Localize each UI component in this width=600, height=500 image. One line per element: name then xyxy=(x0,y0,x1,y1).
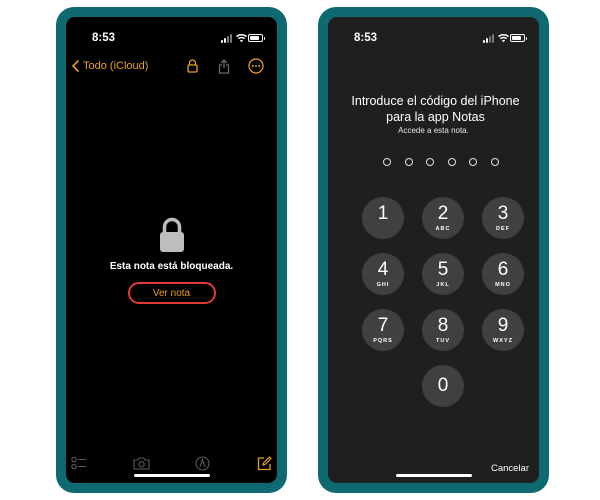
key-4[interactable]: 4 GHI xyxy=(362,253,404,295)
key-digit: 7 xyxy=(377,315,389,336)
key-6[interactable]: 6 MNO xyxy=(482,253,524,295)
lock-icon xyxy=(186,59,198,73)
wifi-icon xyxy=(498,34,509,43)
passcode-subtitle: Accede a esta nota. xyxy=(398,126,469,135)
status-time: 8:53 xyxy=(92,32,116,44)
passcode-keypad: 1 2 ABC 3 DEF 4 GHI 5 JKL 6 MNO 7 PQRS 8… xyxy=(362,197,524,409)
key-letters: TUV xyxy=(436,338,450,344)
passcode-dot xyxy=(426,158,435,166)
markup-icon xyxy=(194,455,210,471)
key-digit: 8 xyxy=(437,315,449,336)
status-icons xyxy=(221,34,265,43)
checklist-button[interactable] xyxy=(70,454,88,472)
key-digit: 2 xyxy=(437,203,449,224)
key-5[interactable]: 5 JKL xyxy=(422,253,464,295)
locked-message: Esta nota está bloqueada. xyxy=(109,261,234,272)
key-letters: MNO xyxy=(495,282,511,288)
passcode-screen: 8:53 Introduce el código del iPhone para… xyxy=(328,17,539,483)
cellular-signal-icon xyxy=(221,34,233,43)
key-digit: 5 xyxy=(437,259,449,280)
back-label: Todo (iCloud) xyxy=(83,60,149,72)
back-button[interactable]: Todo (iCloud) xyxy=(72,60,148,72)
note-actions xyxy=(169,57,265,75)
key-letters: WXYZ xyxy=(493,338,513,344)
share-button[interactable] xyxy=(215,57,233,75)
status-time: 8:53 xyxy=(354,32,378,44)
passcode-dots xyxy=(383,158,503,168)
key-3[interactable]: 3 DEF xyxy=(482,197,524,239)
home-indicator xyxy=(133,474,210,477)
wifi-icon xyxy=(236,34,247,43)
passcode-dot xyxy=(469,158,478,166)
key-digit: 6 xyxy=(497,259,509,280)
key-1[interactable]: 1 xyxy=(362,197,404,239)
key-7[interactable]: 7 PQRS xyxy=(362,309,404,351)
locked-note-lock-icon xyxy=(159,217,184,252)
key-letters: JKL xyxy=(436,282,450,288)
battery-icon xyxy=(510,34,527,42)
status-icons xyxy=(483,34,527,43)
view-note-button[interactable]: Ver nota xyxy=(127,282,216,304)
left-phone-frame: 8:53 Todo (iCloud) Esta nota está bloque… xyxy=(56,7,287,493)
key-letters: ABC xyxy=(435,226,451,232)
passcode-dot xyxy=(383,158,391,166)
key-2[interactable]: 2 ABC xyxy=(422,197,464,239)
passcode-title: Introduce el código del iPhone para la a… xyxy=(351,94,520,124)
battery-icon xyxy=(248,34,265,42)
key-digit: 4 xyxy=(377,259,389,280)
compose-icon xyxy=(257,455,272,470)
key-digit: 1 xyxy=(377,203,389,224)
lock-button[interactable] xyxy=(183,57,201,75)
bottom-toolbar xyxy=(66,454,277,472)
home-indicator xyxy=(395,474,472,477)
key-letters: DEF xyxy=(496,226,510,232)
key-digit: 3 xyxy=(497,203,509,224)
checklist-icon xyxy=(71,456,86,470)
key-digit: 9 xyxy=(497,315,509,336)
more-button[interactable] xyxy=(247,57,265,75)
compose-button[interactable] xyxy=(255,454,273,472)
passcode-dot xyxy=(447,158,456,166)
camera-icon xyxy=(132,456,150,470)
passcode-dot xyxy=(404,158,413,166)
view-note-label: Ver nota xyxy=(152,287,191,299)
key-letters: PQRS xyxy=(373,338,393,344)
cellular-signal-icon xyxy=(483,34,495,43)
passcode-dot xyxy=(491,158,499,166)
locked-note-screen: 8:53 Todo (iCloud) Esta nota está bloque… xyxy=(66,17,277,483)
camera-button[interactable] xyxy=(132,454,150,472)
key-9[interactable]: 9 WXYZ xyxy=(482,309,524,351)
key-0[interactable]: 0 xyxy=(422,365,464,407)
key-digit: 0 xyxy=(437,375,449,396)
markup-button[interactable] xyxy=(193,454,211,472)
cancel-button[interactable]: Cancelar xyxy=(491,463,529,474)
chevron-left-icon xyxy=(72,60,79,72)
share-icon xyxy=(218,58,230,74)
key-letters: GHI xyxy=(376,282,390,288)
key-8[interactable]: 8 TUV xyxy=(422,309,464,351)
more-icon xyxy=(248,58,264,74)
right-phone-frame: 8:53 Introduce el código del iPhone para… xyxy=(318,7,549,493)
